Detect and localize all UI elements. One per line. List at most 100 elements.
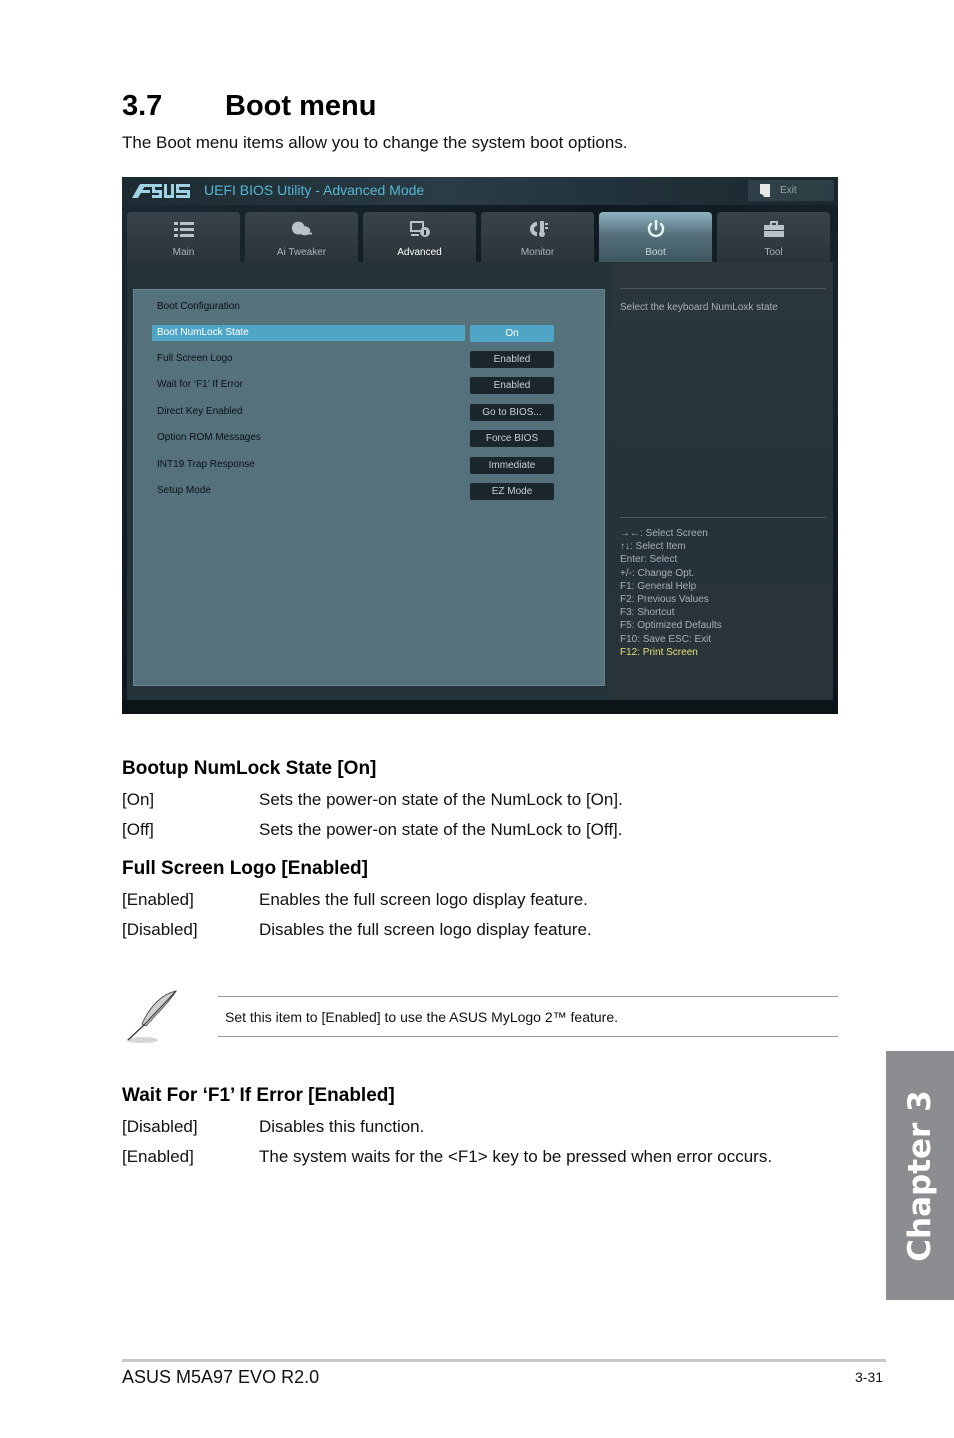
option-text: The system waits for the <F1> key to be …: [259, 1147, 773, 1166]
key-legend: →←: Select Screen ↑↓: Select Item Enter:…: [620, 527, 722, 659]
section-number: 3.7: [122, 90, 163, 122]
setting-label: Option ROM Messages: [157, 432, 261, 443]
help-panel: Select the keyboard NumLoxk state →←: Se…: [612, 262, 833, 700]
option-text: Disables this function.: [259, 1117, 425, 1136]
option-value: [Off]: [122, 820, 154, 839]
setting-row-full-screen-logo[interactable]: Full Screen Logo Enabled: [152, 351, 554, 368]
option-value: [On]: [122, 790, 155, 809]
option-text: Sets the power-on state of the NumLock t…: [259, 820, 623, 839]
panel-heading: Boot Configuration: [157, 301, 240, 312]
help-divider: [620, 517, 826, 518]
exit-door-icon: [760, 184, 770, 197]
option-text: Disables the full screen logo display fe…: [259, 920, 592, 939]
tab-label: Boot: [645, 247, 666, 258]
option-value: [Enabled]: [122, 1147, 194, 1166]
section-title: 3.7 Boot menu: [122, 90, 376, 123]
tab-advanced[interactable]: Advanced: [363, 212, 476, 262]
option-description: [Off] Sets the power-on state of the NumL…: [122, 820, 622, 840]
advanced-icon: [409, 219, 431, 239]
option-description: [Enabled] Enables the full screen logo di…: [122, 890, 588, 910]
tab-label: Tool: [764, 247, 783, 258]
option-text: Sets the power-on state of the NumLock t…: [259, 790, 623, 809]
help-divider: [620, 288, 826, 289]
heading-full-screen-logo: Full Screen Logo [Enabled]: [122, 858, 368, 879]
setting-label: Boot NumLock State: [157, 327, 249, 338]
note-rule-top: [218, 996, 838, 997]
bios-title-bar: UEFI BIOS Utility - Advanced Mode Exit: [122, 177, 838, 205]
setting-value-button[interactable]: EZ Mode: [470, 483, 554, 500]
asus-logo-icon: [132, 184, 190, 198]
bios-title: UEFI BIOS Utility - Advanced Mode: [204, 182, 425, 198]
setting-row-option-rom[interactable]: Option ROM Messages Force BIOS: [152, 430, 554, 447]
section-intro: The Boot menu items allow you to change …: [122, 133, 628, 152]
setting-label: INT19 Trap Response: [157, 459, 255, 470]
tweaker-icon: [291, 219, 313, 239]
key-hint: +/-: Change Opt.: [620, 567, 695, 579]
tab-tool[interactable]: Tool: [717, 212, 830, 262]
key-hint: ↑↓: Select Item: [620, 541, 686, 553]
option-value: [Enabled]: [122, 890, 194, 909]
footer-rule: [122, 1359, 886, 1362]
list-icon: [173, 219, 195, 239]
note-box: Set this item to [Enabled] to use the AS…: [122, 988, 838, 1044]
setting-value-button[interactable]: Force BIOS: [470, 430, 554, 447]
footer-product: ASUS M5A97 EVO R2.0: [122, 1367, 320, 1387]
tab-label: Advanced: [397, 247, 442, 258]
key-hint-print-screen: F12: Print Screen: [620, 646, 698, 658]
tab-main[interactable]: Main: [127, 212, 240, 262]
option-description: [Disabled] Disables this function.: [122, 1117, 424, 1137]
heading-bootup-numlock: Bootup NumLock State [On]: [122, 758, 377, 779]
toolbox-icon: [763, 219, 785, 239]
heading-wait-for-f1: Wait For ‘F1’ If Error [Enabled]: [122, 1085, 395, 1106]
key-hint: Enter: Select: [620, 554, 678, 566]
setting-label: Direct Key Enabled: [157, 406, 243, 417]
option-description: [Enabled] The system waits for the <F1> k…: [122, 1147, 772, 1167]
key-hint: F5: Optimized Defaults: [620, 620, 722, 632]
option-value: [Disabled]: [122, 1117, 198, 1136]
setting-value-button[interactable]: Go to BIOS...: [470, 404, 554, 421]
tab-label: Main: [172, 247, 195, 258]
tab-boot[interactable]: Boot: [599, 212, 712, 262]
setting-value-button[interactable]: Enabled: [470, 351, 554, 368]
bios-footer: [122, 700, 838, 714]
section-name: Boot menu: [225, 90, 377, 122]
setting-value-button[interactable]: Immediate: [470, 457, 554, 474]
option-description: [Disabled] Disables the full screen logo …: [122, 920, 592, 940]
option-value: [Disabled]: [122, 920, 198, 939]
option-description: [On] Sets the power-on state of the NumLo…: [122, 790, 623, 810]
boot-settings-panel: Boot Configuration Boot NumLock State On…: [133, 289, 605, 686]
option-text: Enables the full screen logo display fea…: [259, 890, 588, 909]
power-icon: [645, 219, 667, 239]
setting-row-direct-key[interactable]: Direct Key Enabled Go to BIOS...: [152, 404, 554, 421]
setting-value-button[interactable]: On: [470, 325, 554, 342]
help-description: Select the keyboard NumLoxk state: [620, 302, 778, 313]
note-text: Set this item to [Enabled] to use the AS…: [225, 1009, 618, 1025]
footer-page-number: 3-31: [855, 1369, 884, 1385]
quill-pen-icon: [126, 990, 178, 1043]
setting-row-wait-for-f1[interactable]: Wait for ‘F1’ If Error Enabled: [152, 377, 554, 394]
monitor-icon: [527, 219, 549, 239]
exit-button[interactable]: Exit: [748, 180, 834, 201]
tab-ai-tweaker[interactable]: Ai Tweaker: [245, 212, 358, 262]
tab-monitor[interactable]: Monitor: [481, 212, 594, 262]
key-hint: F3: Shortcut: [620, 607, 675, 619]
key-hint: F2: Previous Values: [620, 593, 709, 605]
key-hint: F1: General Help: [620, 580, 697, 592]
chapter-label: Chapter 3: [902, 1089, 938, 1262]
setting-label: Wait for ‘F1’ If Error: [157, 379, 243, 390]
tab-label: Ai Tweaker: [276, 247, 327, 258]
bios-body: Boot Configuration Boot NumLock State On…: [127, 262, 833, 700]
exit-label: Exit: [780, 185, 797, 196]
key-hint: F10: Save ESC: Exit: [620, 633, 712, 645]
setting-row-boot-numlock-state[interactable]: Boot NumLock State On: [152, 325, 554, 342]
note-rule-bottom: [218, 1036, 838, 1037]
setting-row-setup-mode[interactable]: Setup Mode EZ Mode: [152, 483, 554, 500]
tab-label: Monitor: [520, 247, 555, 258]
setting-label: Setup Mode: [157, 485, 211, 496]
setting-value-button[interactable]: Enabled: [470, 377, 554, 394]
bios-screenshot: UEFI BIOS Utility - Advanced Mode Exit M…: [122, 177, 838, 714]
bios-tabs: Main Ai Tweaker Advanced Monitor Boot To…: [127, 212, 833, 262]
key-hint: →←: Select Screen: [620, 528, 708, 539]
chapter-tab: Chapter 3: [886, 1051, 954, 1300]
setting-row-int19-trap[interactable]: INT19 Trap Response Immediate: [152, 457, 554, 474]
